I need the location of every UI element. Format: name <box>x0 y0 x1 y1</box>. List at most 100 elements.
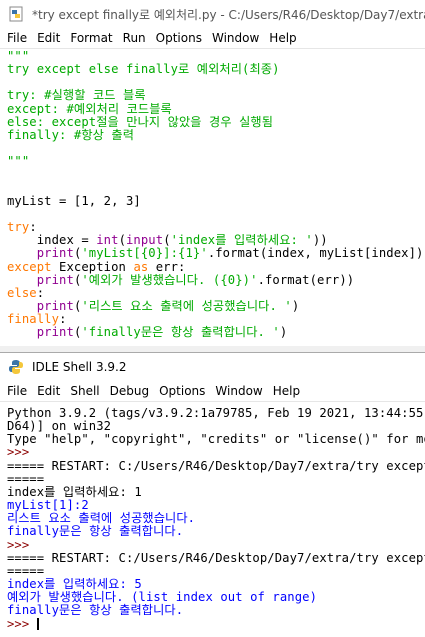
code-token: myList[1]:2 <box>7 498 89 513</box>
menu-debug[interactable]: Debug <box>105 384 154 398</box>
shell-titlebar[interactable]: IDLE Shell 3.9.2 <box>0 353 425 381</box>
code-token: try <box>7 220 30 235</box>
shell-output-area[interactable]: Python 3.9.2 (tags/v3.9.2:1a79785, Feb 1… <box>0 406 425 631</box>
code-token: D64)] on win32 <box>7 419 112 434</box>
code-token: >>> <box>7 537 37 552</box>
menu-window[interactable]: Window <box>210 384 267 398</box>
editor-code-area[interactable]: """ try except else finally로 예외처리(최종) try… <box>0 49 425 339</box>
code-token: try except else finally로 예외처리(최종) <box>7 62 280 77</box>
code-token: else <box>7 285 37 300</box>
code-token: ===== RESTART: C:/Users/R46/Desktop/Day7… <box>7 550 425 565</box>
code-token: : <box>59 312 67 327</box>
code-line: finally문은 항상 출력합니다. <box>7 525 425 538</box>
code-token: ) <box>291 298 300 313</box>
code-line: print('예외가 발생했습니다. ({0})'.format(err)) <box>7 272 425 287</box>
code-token: ( <box>163 233 171 248</box>
code-token: : <box>36 285 45 300</box>
code-token: Exception <box>51 259 134 274</box>
code-token: as <box>133 259 149 274</box>
editor-window: *try except finally로 예외처리.py - C:/Users/… <box>0 0 425 346</box>
code-token: int <box>96 233 119 248</box>
code-token: input <box>126 233 164 248</box>
menu-file[interactable]: File <box>0 31 32 45</box>
code-line: finally: #항상 출력 <box>7 127 425 142</box>
editor-title: *try except finally로 예외처리.py - C:/Users/… <box>32 7 425 22</box>
code-token: )) <box>312 233 328 248</box>
code-token: index를 입력하세요: 1 <box>7 484 142 499</box>
menu-file[interactable]: File <box>0 384 32 398</box>
menu-shell[interactable]: Shell <box>65 384 104 398</box>
code-token: try: #실행할 코드 블록 <box>7 88 146 103</box>
code-token: print <box>36 298 74 313</box>
code-line: ===== RESTART: C:/Users/R46/Desktop/Day7… <box>7 550 425 565</box>
code-token: ===== <box>7 471 45 486</box>
code-token: 'finally문은 항상 출력합니다. ' <box>81 325 280 340</box>
code-token: err: <box>148 259 186 274</box>
code-token: finally문은 항상 출력합니다. <box>7 524 184 539</box>
code-token: myList = [1, 2, 3] <box>7 193 141 208</box>
code-token: >>> <box>7 616 37 631</box>
python-file-icon <box>9 6 23 22</box>
code-line: Type "help", "copyright", "credits" or "… <box>7 433 425 446</box>
code-token: ) <box>279 325 288 340</box>
menu-edit[interactable]: Edit <box>32 384 65 398</box>
menu-window[interactable]: Window <box>207 31 264 45</box>
code-token: """ <box>7 49 30 63</box>
code-token: finally <box>7 312 60 327</box>
code-token: index를 입력하세요: 5 <box>7 577 142 592</box>
code-line: >>> <box>7 616 425 631</box>
code-token: print <box>36 325 74 340</box>
code-line: """ <box>7 155 425 168</box>
code-token: print <box>36 272 74 287</box>
menu-help[interactable]: Help <box>268 384 305 398</box>
code-token: 예외가 발생했습니다. (list index out of range) <box>7 590 318 605</box>
code-token: except: #예외처리 코드블록 <box>7 101 172 116</box>
menu-options[interactable]: Options <box>154 384 210 398</box>
editor-titlebar[interactable]: *try except finally로 예외처리.py - C:/Users/… <box>0 0 425 28</box>
menu-edit[interactable]: Edit <box>32 31 65 45</box>
code-token: print <box>36 246 74 261</box>
text-cursor <box>36 617 39 630</box>
code-token: '리스트 요소 출력에 성공했습니다. ' <box>81 298 292 313</box>
code-line: ===== RESTART: C:/Users/R46/Desktop/Day7… <box>7 458 425 473</box>
shell-title: IDLE Shell 3.9.2 <box>32 360 127 374</box>
code-line: print('리스트 요소 출력에 성공했습니다. ') <box>7 298 425 313</box>
menu-format[interactable]: Format <box>65 31 117 45</box>
code-token: .format(index, myList[index])) <box>207 246 425 261</box>
code-token: """ <box>7 154 30 169</box>
python-shell-icon <box>9 360 23 374</box>
code-token: Type "help", "copyright", "credits" or "… <box>7 432 425 447</box>
code-token: .format(err)) <box>257 272 355 287</box>
code-token: 'index를 입력하세요: ' <box>170 233 313 248</box>
code-token: index = <box>7 233 97 248</box>
code-token: '예외가 발생했습니다. ({0})' <box>81 272 258 287</box>
code-token: else: except절을 만나지 않았을 경우 실행됨 <box>7 114 274 129</box>
code-line: myList = [1, 2, 3] <box>7 193 425 208</box>
shell-menubar: File Edit Shell Debug Options Window Help <box>0 381 425 402</box>
code-line: finally문은 항상 출력합니다. <box>7 604 425 617</box>
code-token: Python 3.9.2 (tags/v3.9.2:1a79785, Feb 1… <box>7 406 425 420</box>
code-token: ===== <box>7 563 45 578</box>
code-token: finally: #항상 출력 <box>7 127 135 142</box>
code-token: finally문은 항상 출력합니다. <box>7 603 184 618</box>
code-token: 'myList[{0}]:{1}' <box>81 246 208 261</box>
code-token: except <box>7 259 52 274</box>
menu-help[interactable]: Help <box>264 31 301 45</box>
code-line: print('finally문은 항상 출력합니다. ') <box>7 326 425 339</box>
menu-run[interactable]: Run <box>118 31 151 45</box>
code-token: ===== RESTART: C:/Users/R46/Desktop/Day7… <box>7 458 425 473</box>
code-token: 리스트 요소 출력에 성공했습니다. <box>7 511 196 526</box>
code-token: : <box>29 220 37 235</box>
code-line: try except else finally로 예외처리(최종) <box>7 63 425 76</box>
menu-options[interactable]: Options <box>151 31 207 45</box>
code-token: ( <box>118 233 126 248</box>
shell-window: IDLE Shell 3.9.2 File Edit Shell Debug Optio… <box>0 352 425 637</box>
editor-menubar: File Edit Format Run Options Window Help <box>0 28 425 49</box>
